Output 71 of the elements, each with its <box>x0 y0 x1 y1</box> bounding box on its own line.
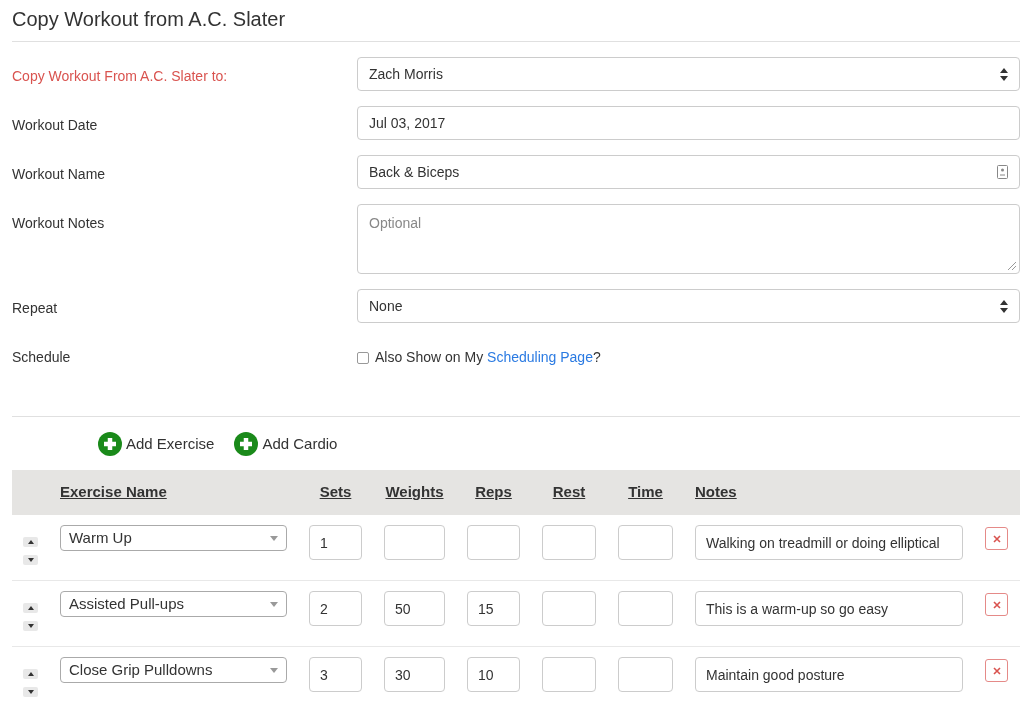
down-triangle-icon <box>27 624 34 628</box>
select-field[interactable]: None <box>357 289 1020 323</box>
add-button[interactable]: Add Exercise <box>98 432 215 456</box>
number-field[interactable]: 3 <box>309 657 362 692</box>
page-title: Copy Workout from A.C. Slater <box>12 7 287 32</box>
field-label: Schedule <box>12 348 72 367</box>
delete-button[interactable] <box>985 527 1008 550</box>
field-label: Workout Date <box>12 116 99 135</box>
select-field[interactable]: Zach Morris <box>357 57 1020 91</box>
delete-button[interactable] <box>985 659 1008 682</box>
move-up-button[interactable] <box>23 669 38 679</box>
number-field[interactable]: 10 <box>467 657 520 692</box>
close-icon <box>992 600 1001 609</box>
caret-icon <box>270 667 278 673</box>
move-up-button[interactable] <box>23 537 38 547</box>
number-field[interactable] <box>542 525 596 560</box>
move-down-button[interactable] <box>23 621 38 631</box>
checkbox[interactable] <box>357 351 369 364</box>
field-label: Copy Workout From A.C. Slater to: <box>12 67 229 86</box>
plus-circle-icon <box>98 432 122 456</box>
exercise-select[interactable]: Assisted Pull-ups <box>60 591 287 617</box>
select-arrows-icon <box>1000 67 1008 81</box>
column-header[interactable]: Notes <box>695 483 737 501</box>
checkbox-label: Also Show on My Scheduling Page? <box>375 348 601 367</box>
input-field[interactable]: Jul 03, 2017 <box>357 106 1020 140</box>
up-triangle-icon <box>27 606 34 610</box>
caret-icon <box>270 535 278 541</box>
number-field[interactable]: 2 <box>309 591 362 626</box>
down-triangle-icon <box>27 690 34 694</box>
exercise-select[interactable]: Close Grip Pulldowns <box>60 657 287 683</box>
textarea-field[interactable]: Optional <box>357 204 1020 274</box>
number-field[interactable] <box>467 525 520 560</box>
up-triangle-icon <box>27 672 34 676</box>
column-header[interactable]: Sets <box>319 483 352 501</box>
resize-handle-icon <box>1007 261 1017 271</box>
notes-field[interactable]: Maintain good posture <box>695 657 963 692</box>
number-field[interactable] <box>618 525 673 560</box>
number-field[interactable] <box>384 525 445 560</box>
number-field[interactable]: 1 <box>309 525 362 560</box>
number-field[interactable] <box>542 657 596 692</box>
caret-icon <box>270 601 278 607</box>
number-field[interactable] <box>618 657 673 692</box>
move-up-button[interactable] <box>23 603 38 613</box>
column-header[interactable]: Weights <box>385 483 444 501</box>
down-triangle-icon <box>27 558 34 562</box>
column-header[interactable]: Time <box>628 483 663 501</box>
up-triangle-icon <box>27 540 34 544</box>
column-header[interactable]: Reps <box>475 483 512 501</box>
number-field[interactable] <box>618 591 673 626</box>
number-field[interactable]: 30 <box>384 657 445 692</box>
plus-circle-icon <box>234 432 259 456</box>
add-button[interactable]: Add Cardio <box>234 432 338 456</box>
number-field[interactable]: 50 <box>384 591 445 626</box>
input-field[interactable]: Back & Biceps <box>357 155 1020 189</box>
close-icon <box>992 666 1001 675</box>
select-arrows-icon <box>1000 299 1008 313</box>
notes-field[interactable]: Walking on treadmill or doing elliptical <box>695 525 963 560</box>
scheduling-page-link[interactable]: Scheduling Page <box>487 349 593 365</box>
move-down-button[interactable] <box>23 555 38 565</box>
number-field[interactable]: 15 <box>467 591 520 626</box>
column-header[interactable]: Rest <box>552 483 586 501</box>
move-down-button[interactable] <box>23 687 38 697</box>
exercise-select[interactable]: Warm Up <box>60 525 287 551</box>
field-label: Repeat <box>12 299 59 318</box>
delete-button[interactable] <box>985 593 1008 616</box>
column-header[interactable]: Exercise Name <box>60 483 167 501</box>
close-icon <box>992 534 1001 543</box>
field-label: Workout Name <box>12 165 107 184</box>
number-field[interactable] <box>542 591 596 626</box>
field-label: Workout Notes <box>12 214 106 233</box>
notes-field[interactable]: This is a warm-up so go easy <box>695 591 963 626</box>
